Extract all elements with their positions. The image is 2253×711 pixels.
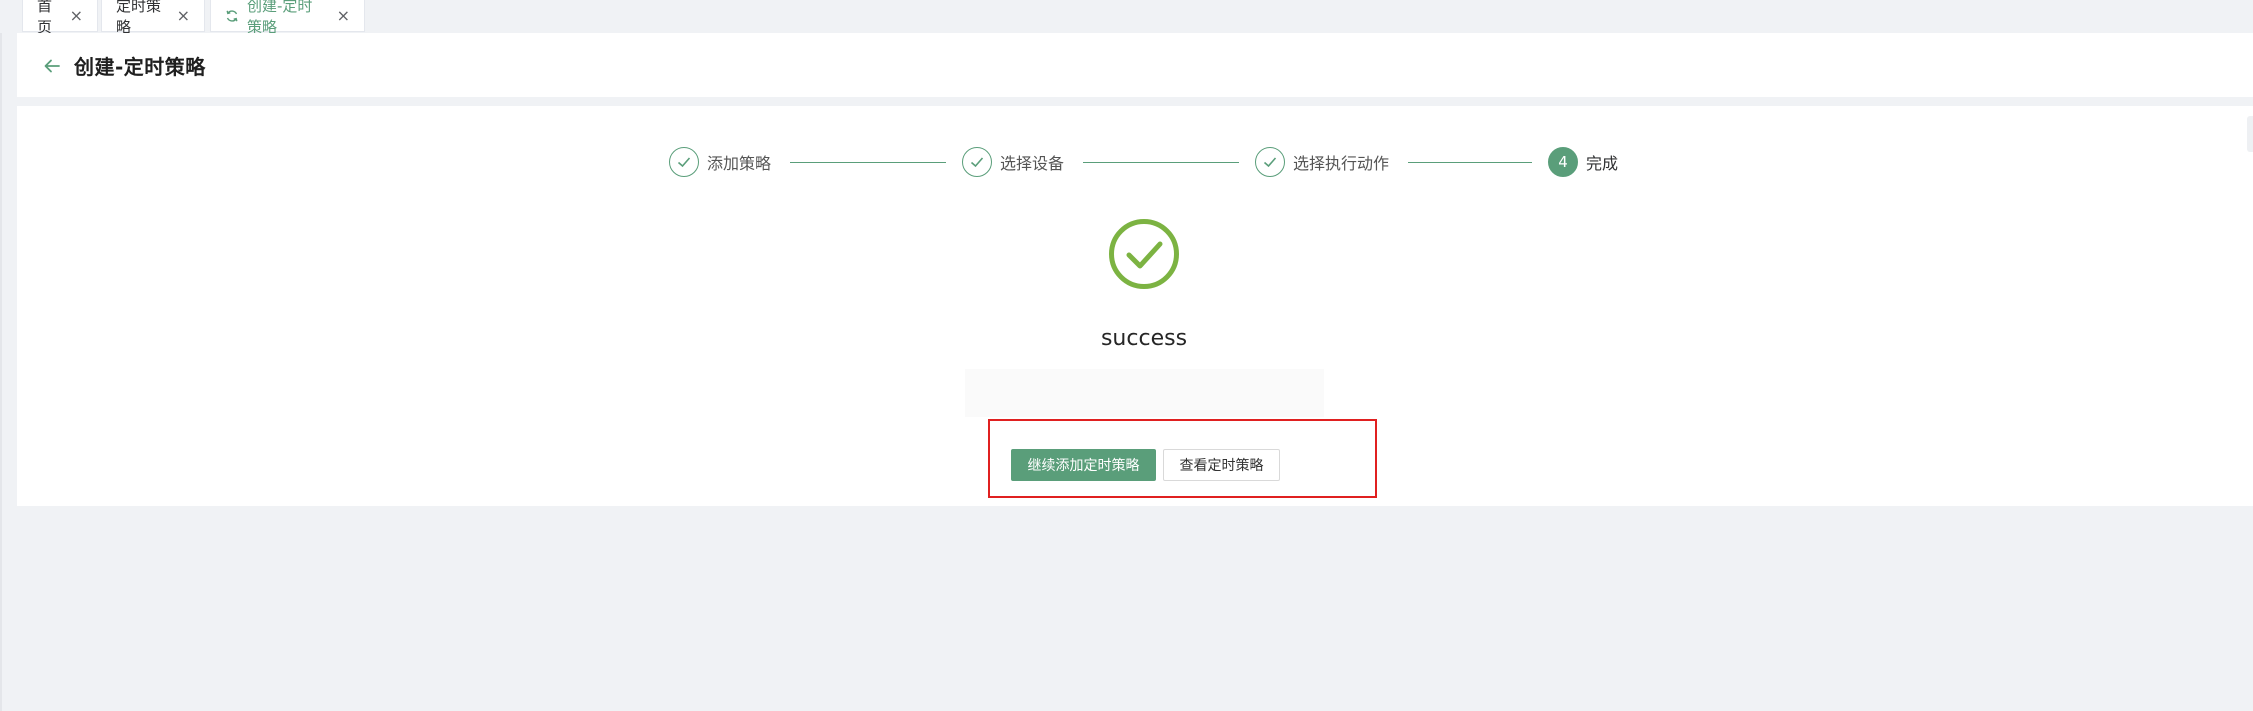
result-extra-area bbox=[965, 369, 1324, 417]
view-strategy-button[interactable]: 查看定时策略 bbox=[1163, 449, 1280, 481]
step-label: 选择执行动作 bbox=[1293, 154, 1390, 173]
check-icon bbox=[1255, 147, 1285, 177]
tab-timed-strategy-label: 定时策略 bbox=[116, 0, 162, 36]
close-icon[interactable]: × bbox=[337, 7, 350, 24]
refresh-icon bbox=[225, 9, 239, 23]
tab-bar: 首页 × 定时策略 × 创建-定时策略 × bbox=[0, 0, 2253, 36]
check-icon bbox=[669, 147, 699, 177]
step-label: 选择设备 bbox=[1000, 154, 1065, 173]
step-label: 添加策略 bbox=[707, 154, 772, 173]
close-icon[interactable]: × bbox=[177, 7, 190, 24]
scroll-handle[interactable] bbox=[2247, 116, 2253, 152]
step-connector bbox=[790, 162, 946, 163]
tab-home-label: 首页 bbox=[37, 0, 53, 36]
step-label: 完成 bbox=[1586, 154, 1619, 173]
step-connector bbox=[1083, 162, 1239, 163]
page-title: 创建-定时策略 bbox=[74, 55, 206, 79]
step-connector bbox=[1408, 162, 1532, 163]
step-number: 4 bbox=[1548, 147, 1578, 177]
back-arrow-icon[interactable] bbox=[41, 55, 63, 77]
tab-create-timed-strategy-label: 创建-定时策略 bbox=[247, 0, 313, 36]
step-add-strategy: 添加策略 bbox=[669, 145, 771, 179]
check-icon bbox=[962, 147, 992, 177]
page-header: 创建-定时策略 bbox=[17, 33, 2253, 97]
success-check-icon bbox=[1108, 218, 1180, 290]
step-select-device: 选择设备 bbox=[962, 145, 1064, 179]
step-select-action: 选择执行动作 bbox=[1255, 145, 1389, 179]
tab-timed-strategy[interactable]: 定时策略 × bbox=[101, 0, 205, 36]
close-icon[interactable]: × bbox=[70, 7, 83, 24]
continue-add-button[interactable]: 继续添加定时策略 bbox=[1011, 449, 1156, 481]
tab-home[interactable]: 首页 × bbox=[22, 0, 98, 36]
tab-create-timed-strategy[interactable]: 创建-定时策略 × bbox=[210, 0, 365, 36]
result-title: success bbox=[1100, 326, 1188, 351]
left-edge-strip bbox=[0, 0, 2, 711]
step-finish: 4 完成 bbox=[1548, 145, 1618, 179]
